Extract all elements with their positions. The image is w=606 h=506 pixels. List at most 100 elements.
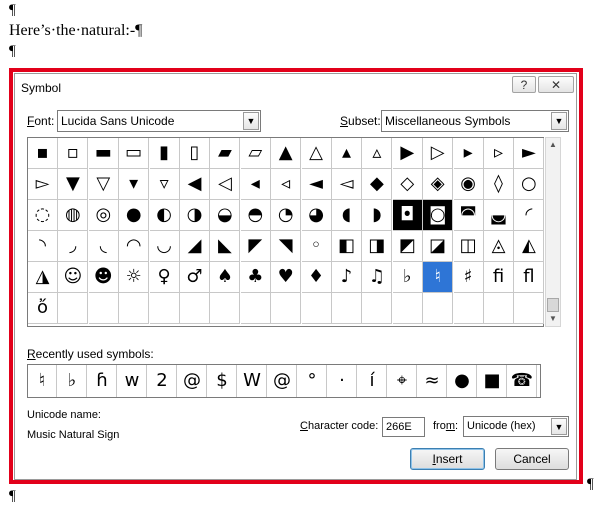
symbol-cell[interactable]: ὄ (28, 293, 58, 324)
symbol-cell[interactable]: ► (514, 138, 545, 169)
symbol-cell[interactable]: ◆ (362, 169, 393, 200)
symbol-cell[interactable]: ▽ (88, 169, 119, 200)
symbol-cell[interactable]: ◚ (453, 200, 484, 231)
symbol-cell[interactable]: ▲ (271, 138, 302, 169)
symbol-cell[interactable]: ☼ (119, 262, 150, 293)
symbol-cell[interactable] (119, 293, 150, 324)
grid-scrollbar[interactable]: ▲ ▼ (545, 137, 561, 327)
symbol-cell[interactable]: ▵ (362, 138, 393, 169)
symbol-cell[interactable]: ◇ (392, 169, 423, 200)
symbol-cell[interactable]: ◄ (301, 169, 332, 200)
symbol-cell[interactable]: ◍ (58, 200, 89, 231)
symbol-cell[interactable]: ◎ (88, 200, 119, 231)
recent-symbol-cell[interactable]: ° (298, 365, 327, 397)
symbol-cell[interactable]: ▮ (149, 138, 180, 169)
symbol-cell[interactable]: ♠ (210, 262, 241, 293)
recent-symbol-cell[interactable]: ɦ (88, 365, 117, 397)
symbol-cell[interactable]: ▸ (453, 138, 484, 169)
symbol-cell[interactable]: ▱ (240, 138, 271, 169)
symbol-cell[interactable]: △ (301, 138, 332, 169)
symbol-cell[interactable]: ◡ (149, 231, 180, 262)
cancel-button[interactable]: Cancel (495, 448, 569, 470)
symbol-cell[interactable]: ◥ (271, 231, 302, 262)
recent-symbol-cell[interactable]: ♮ (28, 365, 57, 397)
symbol-cell[interactable]: ♭ (392, 262, 423, 293)
recent-symbol-cell[interactable]: ♭ (58, 365, 87, 397)
recent-symbol-cell[interactable]: ≈ (418, 365, 447, 397)
symbol-cell[interactable]: ◖ (332, 200, 362, 231)
insert-button[interactable]: Insert (410, 448, 485, 470)
symbol-cell[interactable] (484, 293, 514, 324)
subset-select[interactable]: Miscellaneous Symbols ▼ (381, 110, 569, 132)
symbol-cell[interactable]: ▴ (332, 138, 362, 169)
symbol-cell[interactable]: ◞ (58, 231, 89, 262)
symbol-cell[interactable]: ﬁ (484, 262, 514, 293)
symbol-cell[interactable]: ◉ (453, 169, 484, 200)
symbol-cell[interactable]: ◁ (210, 169, 241, 200)
scroll-thumb[interactable] (547, 298, 559, 312)
symbol-cell[interactable] (271, 293, 302, 324)
symbol-cell[interactable] (423, 293, 454, 324)
symbol-cell[interactable]: ◃ (271, 169, 302, 200)
symbol-cell[interactable]: ♂ (180, 262, 210, 293)
symbol-cell[interactable]: ◦ (301, 231, 332, 262)
symbol-cell[interactable]: ● (119, 200, 150, 231)
symbol-cell[interactable]: ◐ (149, 200, 180, 231)
char-code-input[interactable]: 266E (382, 417, 425, 437)
symbol-cell[interactable]: ◮ (28, 262, 58, 293)
recent-symbol-cell[interactable]: @ (178, 365, 207, 397)
symbol-cell[interactable]: ♥ (271, 262, 302, 293)
recent-symbol-cell[interactable]: · (328, 365, 357, 397)
symbol-cell[interactable] (58, 293, 89, 324)
symbol-cell[interactable]: ◭ (514, 231, 545, 262)
symbol-cell[interactable] (88, 293, 119, 324)
symbol-cell[interactable]: ◨ (362, 231, 393, 262)
recent-symbol-cell[interactable]: @ (268, 365, 297, 397)
symbol-cell[interactable]: ▾ (119, 169, 150, 200)
symbol-cell[interactable]: ◘ (392, 200, 423, 231)
recent-symbol-cell[interactable]: 2 (148, 365, 177, 397)
symbol-cell[interactable] (453, 293, 484, 324)
symbol-cell[interactable]: ▪ (28, 138, 58, 169)
scroll-down-icon[interactable]: ▼ (546, 312, 560, 326)
symbol-cell[interactable]: ▷ (423, 138, 454, 169)
symbol-cell[interactable]: ◧ (332, 231, 362, 262)
symbol-cell[interactable]: ♣ (240, 262, 271, 293)
chevron-down-icon[interactable]: ▼ (551, 112, 567, 130)
symbol-cell[interactable]: ◕ (301, 200, 332, 231)
symbol-cell[interactable] (362, 293, 393, 324)
symbol-cell[interactable]: ◢ (180, 231, 210, 262)
document-line[interactable]: Here’s·the·natural:-¶ (9, 22, 142, 40)
symbol-cell[interactable]: ◂ (240, 169, 271, 200)
symbol-cell[interactable]: ◅ (332, 169, 362, 200)
symbol-cell[interactable] (301, 293, 332, 324)
symbol-cell[interactable]: ▬ (88, 138, 119, 169)
recent-symbol-cell[interactable]: $ (208, 365, 237, 397)
symbol-cell[interactable]: ◀ (180, 169, 210, 200)
symbol-cell[interactable] (180, 293, 210, 324)
font-select[interactable]: Lucida Sans Unicode ▼ (57, 110, 261, 132)
symbol-cell[interactable]: ◙ (423, 200, 454, 231)
symbol-cell[interactable]: ◛ (484, 200, 514, 231)
recent-symbol-cell[interactable]: w (118, 365, 147, 397)
recent-symbol-cell[interactable]: í (358, 365, 387, 397)
symbol-cell[interactable]: ♀ (149, 262, 180, 293)
symbol-cell[interactable] (240, 293, 271, 324)
symbol-cell[interactable]: ▶ (392, 138, 423, 169)
symbol-cell[interactable]: ♪ (332, 262, 362, 293)
symbol-cell[interactable]: ▼ (58, 169, 89, 200)
from-select[interactable]: Unicode (hex) ▼ (463, 416, 569, 437)
symbol-cell[interactable]: ◊ (484, 169, 514, 200)
symbol-cell[interactable]: ▻ (28, 169, 58, 200)
symbol-cell[interactable] (514, 293, 545, 324)
symbol-cell[interactable]: ♮ (423, 262, 454, 293)
scroll-up-icon[interactable]: ▲ (546, 138, 560, 152)
symbol-cell[interactable]: ♫ (362, 262, 393, 293)
symbol-cell[interactable]: ▭ (119, 138, 150, 169)
symbol-cell[interactable]: ♯ (453, 262, 484, 293)
symbol-cell[interactable] (332, 293, 362, 324)
symbol-cell[interactable]: ◜ (514, 200, 545, 231)
symbol-cell[interactable]: ○ (514, 169, 545, 200)
chevron-down-icon[interactable]: ▼ (551, 418, 567, 435)
symbol-cell[interactable]: ﬂ (514, 262, 545, 293)
